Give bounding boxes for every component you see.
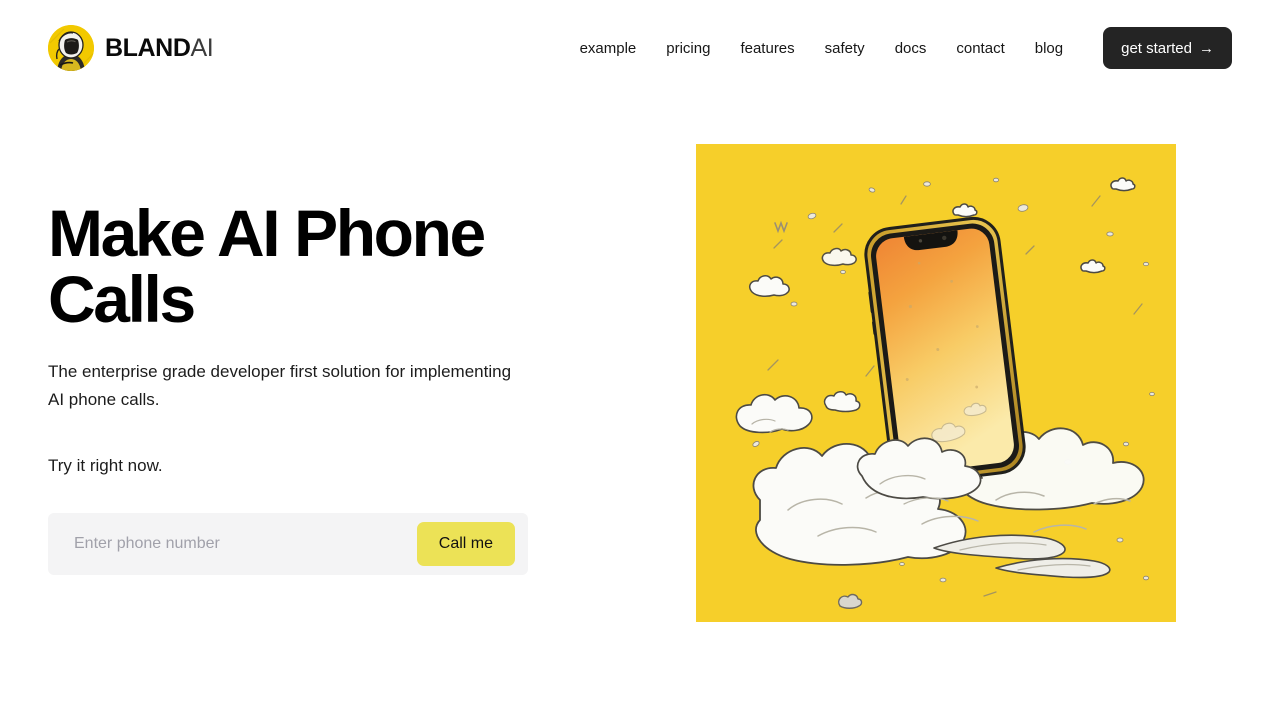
brand-name-light: AI (190, 33, 214, 62)
brand-name-bold: BLAND (105, 33, 191, 62)
page-title: Make AI Phone Calls (48, 196, 486, 336)
nav-item-safety[interactable]: safety (810, 33, 880, 64)
hero-illustration (696, 144, 1176, 622)
nav-item-example[interactable]: example (565, 33, 652, 64)
hero-subtitle: The enterprise grade developer first sol… (48, 362, 512, 410)
phone-number-input[interactable] (48, 513, 417, 575)
arrow-right-icon: → (1199, 39, 1214, 57)
nav-item-features[interactable]: features (725, 33, 809, 64)
main-nav: example pricing features safety docs con… (565, 27, 1232, 69)
get-started-button[interactable]: get started → (1103, 27, 1232, 69)
nav-item-pricing[interactable]: pricing (651, 33, 725, 64)
call-me-button[interactable]: Call me (416, 522, 515, 566)
astronaut-avatar-icon (48, 25, 94, 71)
phone-call-form: Call me (48, 513, 528, 575)
hero-section: Make AI Phone Calls The enterprise grade… (48, 200, 568, 480)
hero-subtitle-secondary: Try it right now. (48, 456, 163, 476)
brand-logo[interactable]: BLANDAI (48, 25, 214, 71)
nav-item-contact[interactable]: contact (941, 33, 1019, 64)
nav-item-blog[interactable]: blog (1020, 33, 1078, 64)
site-header: BLANDAI example pricing features safety … (0, 0, 1280, 96)
nav-item-docs[interactable]: docs (880, 33, 942, 64)
get-started-label: get started (1121, 39, 1192, 57)
brand-wordmark: BLANDAI (105, 33, 214, 62)
